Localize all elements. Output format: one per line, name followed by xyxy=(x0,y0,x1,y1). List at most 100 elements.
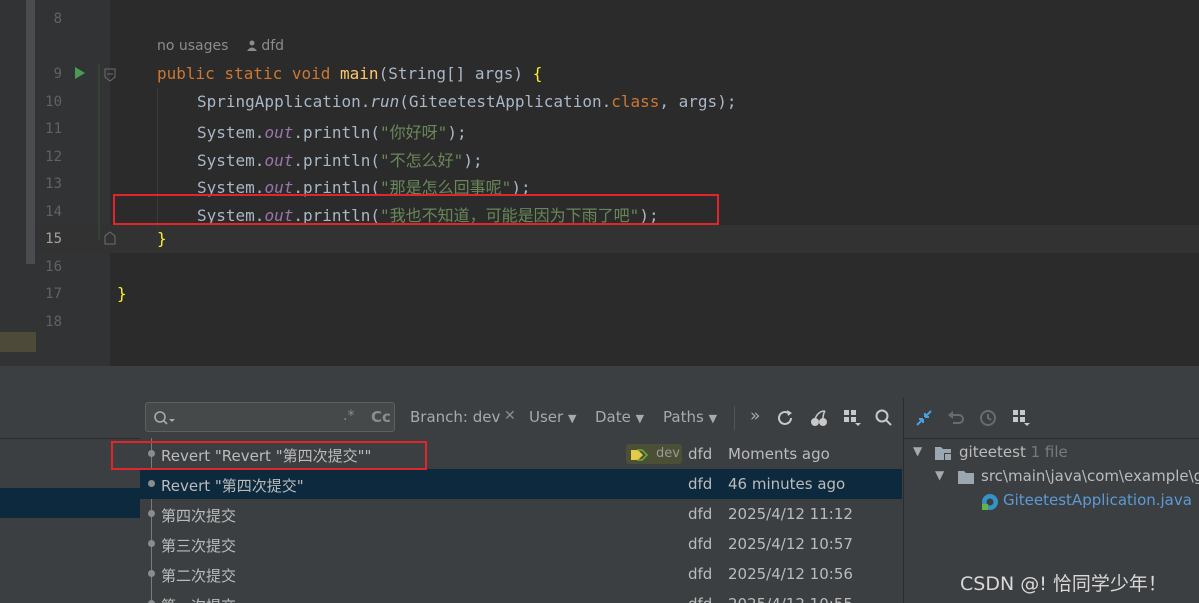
chevron-down-icon[interactable]: ▼ xyxy=(935,468,944,482)
toolbar-separator xyxy=(734,406,735,430)
code-text: , args); xyxy=(659,92,737,111)
commit-message: 第二次提交 xyxy=(161,567,237,585)
line-number: 14 xyxy=(45,204,62,220)
regex-toggle[interactable]: .* xyxy=(343,408,354,424)
tag-icon xyxy=(631,449,649,461)
code-line-10: SpringApplication.run(GiteetestApplicati… xyxy=(197,92,736,111)
date-filter[interactable]: Date ▼ xyxy=(595,408,644,426)
code-line-11: System.out.println("你好呀"); xyxy=(197,119,467,143)
code-brace: } xyxy=(157,229,167,248)
commit-author: dfd xyxy=(688,595,712,603)
commit-author: dfd xyxy=(688,505,713,523)
branches-pane xyxy=(0,398,141,603)
line-number-current: 15 xyxy=(45,231,62,247)
run-icon[interactable] xyxy=(74,66,86,80)
log-toolbar: .* Cc Branch: dev ✕ User ▼ Date ▼ Paths … xyxy=(140,398,902,439)
branch-filter-clear-icon[interactable]: ✕ xyxy=(504,408,516,424)
line-number: 10 xyxy=(45,94,62,110)
user-filter[interactable]: User ▼ xyxy=(529,408,576,426)
commit-date: 46 minutes ago xyxy=(728,475,846,493)
line-number: 13 xyxy=(45,176,62,192)
revert-icon[interactable] xyxy=(947,409,965,427)
current-line-highlight xyxy=(36,225,1199,253)
paths-filter[interactable]: Paths ▼ xyxy=(663,408,717,426)
chevron-down-icon[interactable]: ▼ xyxy=(913,444,922,458)
fold-icon[interactable] xyxy=(104,68,116,82)
date-filter-label: Date xyxy=(595,408,631,426)
commit-message: 第四次提交 xyxy=(161,507,237,525)
code-method-name: main xyxy=(340,64,379,83)
code-text: ); xyxy=(447,123,467,142)
module-icon xyxy=(935,447,952,461)
code-line-17: } xyxy=(117,284,127,303)
commit-message: 第一次提交 xyxy=(161,595,236,603)
commit-row[interactable]: 第一次提交 dfd 2025/4/12 10:55 xyxy=(140,589,902,603)
usages-hint: no usages xyxy=(157,38,229,54)
commit-date: 2025/4/12 10:55 xyxy=(728,595,853,603)
tree-root[interactable]: giteetest 1 file xyxy=(959,443,1068,461)
code-line-15: } xyxy=(157,229,167,248)
java-class-icon xyxy=(982,494,998,510)
code-keyword: public static void xyxy=(157,64,341,83)
group-by-icon[interactable] xyxy=(1012,409,1030,427)
search-icon xyxy=(154,411,175,425)
commit-message: Revert "第四次提交" xyxy=(161,477,304,495)
commit-message: 第三次提交 xyxy=(161,537,237,555)
tree-folder[interactable]: src\main\java\com\example\g xyxy=(981,467,1199,485)
code-text: .println( xyxy=(293,123,381,142)
code-string: "不怎么好" xyxy=(380,151,464,170)
view-options-icon[interactable] xyxy=(843,409,861,427)
tree-root-label: giteetest xyxy=(959,443,1026,461)
commit-row[interactable]: 第四次提交 dfd 2025/4/12 11:12 xyxy=(140,499,902,529)
commit-date: Moments ago xyxy=(728,445,830,463)
line-number: 12 xyxy=(45,149,62,165)
line-number: 16 xyxy=(45,259,62,275)
search-input[interactable]: .* Cc xyxy=(145,402,395,432)
vcs-change-marker xyxy=(98,64,100,240)
branch-filter[interactable]: Branch: dev xyxy=(410,408,500,426)
commit-date: 2025/4/12 10:57 xyxy=(728,535,853,553)
chevron-down-icon: ▼ xyxy=(708,412,718,425)
commit-row[interactable]: 第三次提交 dfd 2025/4/12 10:57 xyxy=(140,529,902,559)
match-case-toggle[interactable]: Cc xyxy=(371,408,391,426)
tree-file[interactable]: GiteetestApplication.java xyxy=(1003,491,1192,509)
project-selection xyxy=(0,332,36,352)
code-brace: } xyxy=(117,284,127,303)
code-text: System. xyxy=(197,123,265,142)
commit-row[interactable]: 第二次提交 dfd 2025/4/12 10:56 xyxy=(140,559,902,589)
more-icon[interactable]: » xyxy=(750,406,760,426)
code-text: SpringApplication. xyxy=(197,92,371,111)
commit-date: 2025/4/12 10:56 xyxy=(728,565,853,583)
watermark: CSDN @! 恰同学少年！ xyxy=(960,573,1167,595)
author-hint: dfd xyxy=(261,38,285,54)
highlight-box-code xyxy=(113,194,719,225)
fold-end-icon[interactable] xyxy=(104,231,116,245)
commit-author: dfd xyxy=(688,475,713,493)
commit-row-selected[interactable]: Revert "第四次提交" dfd 46 minutes ago xyxy=(140,469,902,499)
history-icon[interactable] xyxy=(979,409,997,427)
code-line-9: public static void main(String[] args) { xyxy=(157,64,542,83)
branches-header xyxy=(0,398,140,439)
refresh-icon[interactable] xyxy=(776,409,794,427)
expand-collapse-icon[interactable] xyxy=(915,409,933,427)
commit-node xyxy=(148,480,155,487)
search-icon[interactable] xyxy=(875,409,893,427)
commit-date: 2025/4/12 11:12 xyxy=(728,505,853,523)
highlight-box-commit xyxy=(111,441,427,470)
commit-author: dfd xyxy=(688,565,713,583)
code-editor[interactable]: 8 9 10 11 12 13 14 15 16 17 18 no usages… xyxy=(0,0,1199,366)
left-scrollbar[interactable] xyxy=(26,0,35,264)
inlay-hint[interactable]: no usages dfd xyxy=(157,38,284,54)
code-text: .println( xyxy=(293,151,381,170)
branch-tag-label: dev xyxy=(656,446,680,461)
line-number: 18 xyxy=(45,314,62,330)
line-number: 17 xyxy=(45,286,62,302)
commit-node xyxy=(148,540,155,547)
branch-tag[interactable]: dev xyxy=(626,444,682,464)
code-text: (GiteetestApplication. xyxy=(399,92,612,111)
cherry-pick-icon[interactable] xyxy=(810,409,828,427)
commit-node xyxy=(148,510,155,517)
branch-selected-row[interactable] xyxy=(0,488,140,518)
code-static-call: run xyxy=(370,92,400,111)
code-keyword: class xyxy=(611,92,660,111)
